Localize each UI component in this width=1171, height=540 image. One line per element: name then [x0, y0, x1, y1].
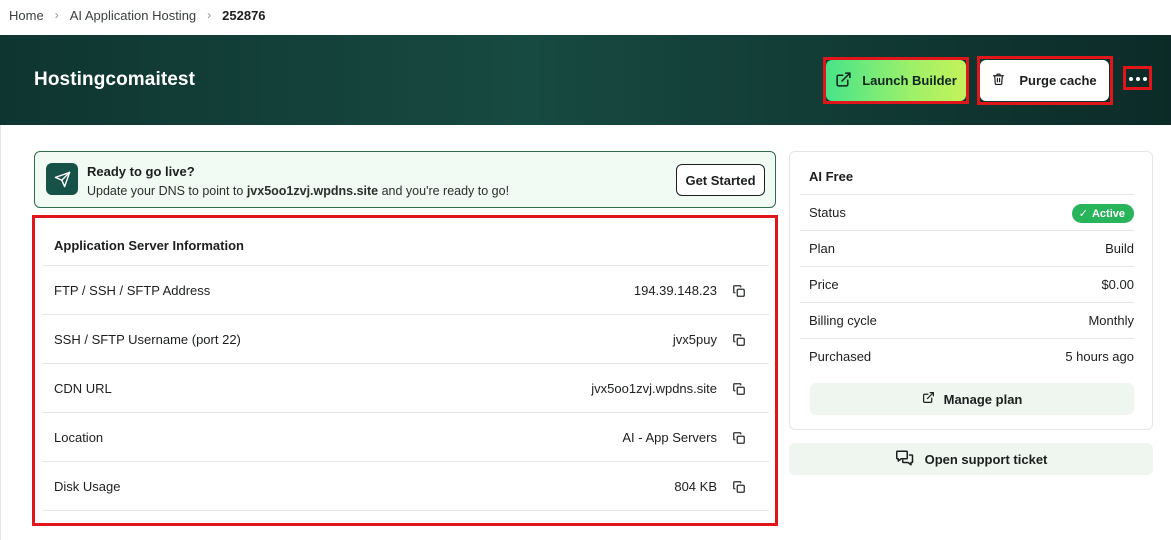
server-info-panel: Application Server Information FTP / SSH… — [43, 226, 769, 511]
row-value: $0.00 — [1101, 277, 1134, 292]
row-value: AI - App Servers — [622, 429, 717, 445]
server-info-row-ftp-address: FTP / SSH / SFTP Address 194.39.148.23 — [43, 266, 769, 315]
go-live-text-after: and you're ready to go! — [378, 184, 510, 198]
divider — [0, 125, 1, 540]
row-label: SSH / SFTP Username (port 22) — [54, 331, 241, 347]
server-info-row-cdn-url: CDN URL jvx5oo1zvj.wpdns.site — [43, 364, 769, 413]
plan-row-purchased: Purchased 5 hours ago — [800, 338, 1134, 374]
get-started-button[interactable]: Get Started — [676, 164, 765, 196]
trash-icon — [992, 72, 1005, 89]
status-badge: ✓ Active — [1071, 204, 1134, 223]
go-live-banner: Ready to go live? Update your DNS to poi… — [34, 151, 776, 208]
more-options-button[interactable] — [1126, 69, 1149, 89]
server-info-row-ssh-username: SSH / SFTP Username (port 22) jvx5puy — [43, 315, 769, 364]
open-support-ticket-label: Open support ticket — [924, 451, 1048, 467]
row-label: FTP / SSH / SFTP Address — [54, 282, 211, 298]
chevron-right-icon: › — [54, 8, 59, 22]
launch-builder-button[interactable]: Launch Builder — [826, 60, 966, 101]
page-title: Hostingcomaitest — [34, 69, 196, 90]
external-link-icon — [835, 71, 852, 91]
row-value: Monthly — [1088, 313, 1134, 328]
purge-cache-button[interactable]: Purge cache — [980, 60, 1109, 101]
go-live-domain: jvx5oo1zvj.wpdns.site — [246, 184, 379, 198]
check-icon: ✓ — [1078, 208, 1088, 220]
plan-row-plan: Plan Build — [800, 230, 1134, 266]
row-label: Disk Usage — [54, 478, 121, 494]
row-value: jvx5puy — [672, 331, 717, 347]
more-horizontal-icon — [1128, 77, 1147, 81]
row-label: Location — [54, 429, 104, 445]
plan-row-billing-cycle: Billing cycle Monthly — [800, 302, 1134, 338]
row-label: Plan — [809, 241, 836, 256]
copy-icon[interactable] — [731, 381, 747, 397]
row-value: Build — [1105, 241, 1134, 256]
copy-icon[interactable] — [731, 332, 747, 348]
plan-row-price: Price $0.00 — [800, 266, 1134, 302]
row-label: Price — [809, 277, 839, 292]
copy-icon[interactable] — [731, 430, 747, 446]
row-label: Purchased — [809, 349, 872, 364]
row-label: Billing cycle — [809, 313, 877, 328]
row-value: 804 KB — [674, 478, 717, 494]
server-info-heading: Application Server Information — [43, 226, 769, 266]
copy-icon[interactable] — [731, 479, 747, 495]
go-live-text-before: Update your DNS to point to — [87, 184, 247, 198]
plan-row-status: Status ✓ Active — [800, 194, 1134, 230]
status-badge-label: Active — [1091, 207, 1125, 220]
row-value: jvx5oo1zvj.wpdns.site — [591, 380, 717, 396]
server-info-row-disk-usage: Disk Usage 804 KB — [43, 462, 769, 511]
chevron-right-icon: › — [207, 8, 212, 22]
external-link-icon — [922, 391, 935, 407]
copy-icon[interactable] — [731, 283, 747, 299]
row-value: 5 hours ago — [1065, 349, 1134, 364]
plan-panel: AI Free Status ✓ Active Plan Build Price… — [789, 151, 1153, 430]
breadcrumb-ai-application-hosting[interactable]: AI Application Hosting — [70, 8, 196, 23]
row-value: 194.39.148.23 — [633, 282, 717, 298]
breadcrumb: Home › AI Application Hosting › 252876 — [9, 0, 266, 30]
server-info-row-location: Location AI - App Servers — [43, 413, 769, 462]
go-live-text: Update your DNS to point to jvx5oo1zvj.w… — [87, 184, 509, 198]
purge-cache-label: Purge cache — [1019, 73, 1097, 88]
row-label: Status — [809, 205, 846, 220]
send-icon — [46, 163, 78, 195]
chat-bubbles-icon — [895, 449, 915, 470]
manage-plan-button[interactable]: Manage plan — [810, 383, 1134, 415]
breadcrumb-home[interactable]: Home — [9, 8, 44, 23]
breadcrumb-current: 252876 — [222, 7, 266, 23]
go-live-title: Ready to go live? — [87, 164, 195, 179]
plan-title: AI Free — [809, 169, 854, 184]
row-label: CDN URL — [54, 380, 112, 396]
manage-plan-label: Manage plan — [943, 391, 1023, 407]
launch-builder-label: Launch Builder — [862, 73, 957, 88]
open-support-ticket-button[interactable]: Open support ticket — [789, 443, 1153, 475]
